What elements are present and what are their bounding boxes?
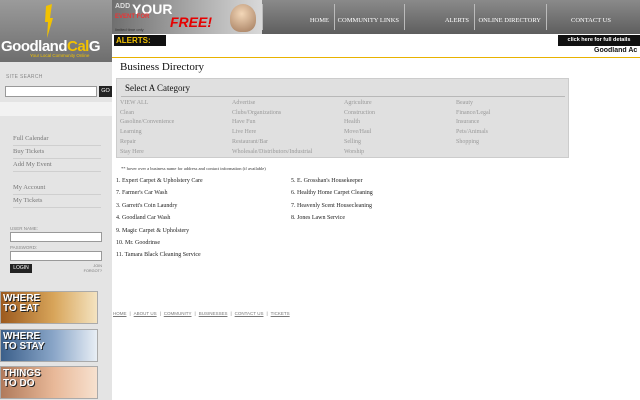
category-link[interactable]: Selling [344, 139, 361, 145]
business-link[interactable]: 10. Mr. Goodrinse [116, 240, 160, 246]
category-link[interactable]: Pets/Animals [456, 129, 488, 135]
business-link[interactable]: 7. Farmer's Car Wash [116, 190, 167, 196]
business-link[interactable]: 1. Expert Carpet & Upholstery Care [116, 178, 203, 184]
footer-link[interactable]: TICKETS [271, 311, 290, 316]
footer-link[interactable]: CONTACT US [235, 311, 264, 316]
ad-person-image [230, 4, 256, 32]
category-link[interactable]: Agriculture [344, 100, 372, 106]
top-navigation: HOME COMMUNITY LINKS ALERTS ONLINE DIREC… [262, 0, 640, 34]
footer-separator: | [129, 311, 131, 316]
business-link[interactable]: 8. Jones Lawn Service [291, 215, 345, 221]
footer-link[interactable]: ABOUT US [134, 311, 157, 316]
business-link[interactable]: 7. Heavenly Scent Housecleaning [291, 203, 372, 209]
sidebar-link-add-event[interactable]: Add My Event [13, 159, 101, 172]
category-link[interactable]: Move/Haul [344, 129, 371, 135]
footer-separator: | [194, 311, 196, 316]
page-title: Business Directory [120, 61, 205, 73]
sidebar-link-my-account[interactable]: My Account [13, 182, 101, 195]
nav-community-links[interactable]: COMMUNITY LINKS [334, 4, 404, 30]
site-search-label: SITE SEARCH [6, 74, 43, 80]
search-go-button[interactable]: GO [99, 86, 112, 97]
business-link[interactable]: 4. Goodland Car Wash [116, 215, 170, 221]
category-link[interactable]: Live Here [232, 129, 256, 135]
username-input[interactable] [10, 232, 102, 242]
footer-separator: | [230, 311, 232, 316]
site-logo[interactable]: GoodlandCalG Your Local Community Online [0, 0, 112, 62]
ad-text-note: limited time only [115, 27, 144, 32]
category-selector: Select A Category VIEW ALL Advertise Agric… [116, 78, 569, 158]
password-input[interactable] [10, 251, 102, 261]
sidebar-link-my-tickets[interactable]: My Tickets [13, 195, 101, 208]
alerts-details-link[interactable]: click here for full details [558, 35, 640, 46]
footer-link[interactable]: HOME [113, 311, 127, 316]
where-to-eat-label: WHERE TO EAT [3, 293, 41, 314]
logo-tagline: Your Local Community Online [30, 53, 90, 58]
category-link[interactable]: Insurance [456, 119, 479, 125]
sidebar-links: Full Calendar Buy Tickets Add My Event M… [13, 133, 101, 208]
site-search-input[interactable] [5, 86, 97, 97]
ad-text-add: ADD [115, 3, 131, 10]
where-to-stay-label: WHERE TO STAY [3, 331, 45, 352]
category-link[interactable]: Finance/Legal [456, 110, 490, 116]
sidebar: GoodlandCalG Your Local Community Online… [0, 0, 112, 400]
category-link[interactable]: Restaurant/Bar [232, 139, 268, 145]
category-divider [121, 96, 565, 97]
things-to-do-banner[interactable]: THINGS TO DO [0, 366, 98, 399]
category-link[interactable]: Learning [120, 129, 142, 135]
category-title: Select A Category [125, 83, 190, 93]
footer-links: HOME | ABOUT US | COMMUNITY | BUSINESSES | CONTA… [113, 311, 290, 316]
footer-link[interactable]: BUSINESSES [199, 311, 228, 316]
footer-separator: | [266, 311, 268, 316]
category-link[interactable]: Clean [120, 110, 134, 116]
nav-alerts[interactable]: ALERTS [404, 4, 474, 30]
category-link[interactable]: Wholesale/Distributors/Industrial [232, 149, 312, 155]
footer-separator: | [159, 311, 161, 316]
category-link[interactable]: Worship [344, 149, 364, 155]
category-link[interactable]: Health [344, 119, 360, 125]
category-link[interactable]: Repair [120, 139, 136, 145]
add-event-ad-banner[interactable]: ADD YOUR EVENT FOR FREE! limited time on… [112, 0, 262, 34]
business-link[interactable]: 11. Tamara Black Cleaning Service [116, 252, 201, 258]
business-link[interactable]: 3. Garrett's Coin Laundry [116, 203, 177, 209]
category-link[interactable]: Clubs/Organizations [232, 110, 281, 116]
sidebar-band [0, 102, 112, 116]
hover-hint: ** hover over a business name for addres… [121, 166, 266, 171]
ad-text-event: EVENT FOR [115, 14, 150, 20]
category-link[interactable]: Construction [344, 110, 375, 116]
footer-link[interactable]: COMMUNITY [164, 311, 192, 316]
things-to-do-label: THINGS TO DO [3, 368, 41, 389]
alerts-label: ALERTS: [114, 35, 166, 46]
header-divider [112, 57, 640, 58]
business-link[interactable]: 9. Magic Carpet & Upholstery [116, 228, 189, 234]
category-link[interactable]: Gasoline/Convenience [120, 119, 174, 125]
where-to-stay-banner[interactable]: WHERE TO STAY [0, 329, 98, 362]
business-link[interactable]: 6. Healthy Home Carpet Cleaning [291, 190, 373, 196]
login-button[interactable]: LOGIN [10, 264, 32, 273]
alerts-bar: ALERTS: click here for full details [112, 34, 640, 47]
category-link[interactable]: Advertise [232, 100, 255, 106]
category-link[interactable]: VIEW ALL [120, 100, 148, 106]
join-forgot-link[interactable]: JOIN FORGOT? [74, 264, 102, 273]
category-link[interactable]: Have Fun [232, 119, 256, 125]
ad-text-free: FREE! [170, 14, 212, 30]
nav-contact-us[interactable]: CONTACT US [546, 4, 616, 30]
category-link[interactable]: Beauty [456, 100, 473, 106]
flag-icon [45, 4, 53, 38]
category-link[interactable]: Stay Here [120, 149, 144, 155]
sidebar-link-full-calendar[interactable]: Full Calendar [13, 133, 101, 146]
login-form: USER NAME: PASSWORD: LOGIN JOIN FORGOT? [10, 226, 105, 273]
where-to-eat-banner[interactable]: WHERE TO EAT [0, 291, 98, 324]
alerts-ticker[interactable]: Goodland Ac [482, 47, 640, 56]
sidebar-link-buy-tickets[interactable]: Buy Tickets [13, 146, 101, 159]
nav-home[interactable]: HOME [262, 4, 334, 30]
category-link[interactable]: Shopping [456, 139, 479, 145]
nav-online-directory[interactable]: ONLINE DIRECTORY [474, 4, 546, 30]
business-link[interactable]: 5. E. Grosshan's Housekeeper [291, 178, 363, 184]
